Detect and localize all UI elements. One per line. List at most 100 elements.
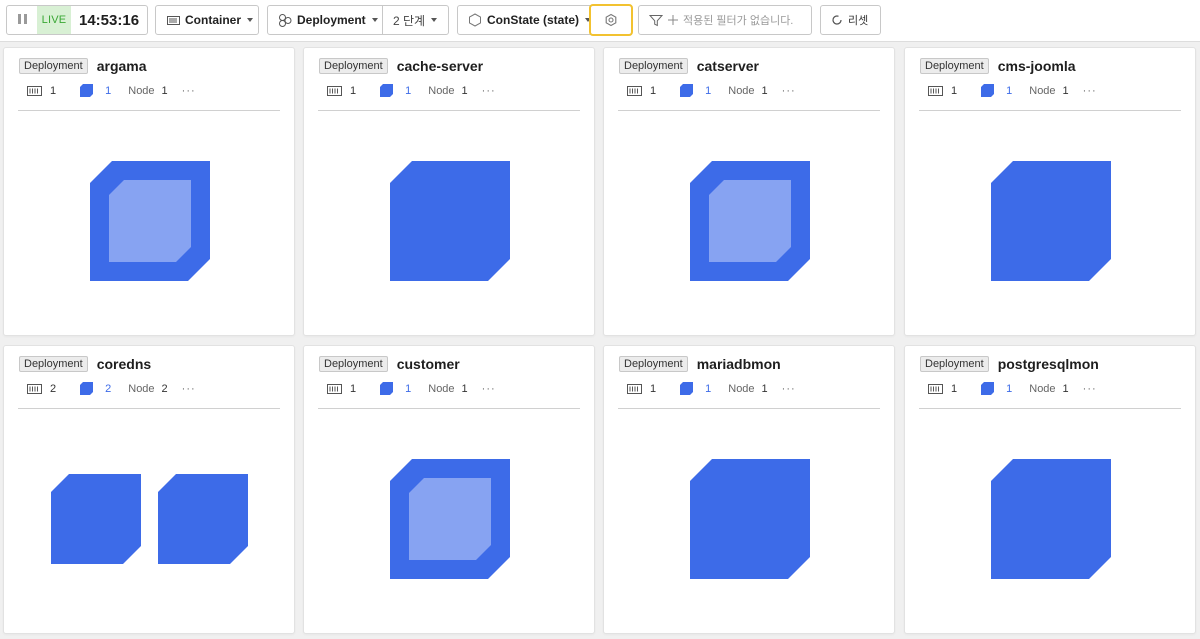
deployment-name[interactable]: cms-joomla [998,58,1076,74]
deployment-name[interactable]: coredns [97,356,151,372]
node-label: Node [1029,84,1056,97]
live-control: LIVE 14:53:16 [6,5,148,35]
more-options-icon[interactable]: ··· [1083,383,1097,395]
deployment-card[interactable]: Deployment argama 1 1 Node 1 ··· [3,47,295,336]
card-header: Deployment coredns [19,356,151,372]
pause-icon [16,13,28,27]
step-dropdown[interactable]: 2 단계 [383,6,438,34]
container-dropdown-label: Container [185,13,242,27]
deployment-type-badge: Deployment [319,356,388,372]
pod-count: 2 [105,382,112,395]
container-icon [627,383,642,394]
deployment-name[interactable]: customer [397,356,460,372]
card-stats: 2 2 Node 2 ··· [27,382,196,395]
pod-icon [680,382,694,395]
deployment-card[interactable]: Deployment catserver 1 1 Node 1 ··· [603,47,895,336]
deployment-dropdown-group: Deployment 2 단계 [267,5,449,35]
deployment-name[interactable]: cache-server [397,58,483,74]
pod-shape[interactable] [390,161,510,281]
card-stats: 1 1 Node 1 ··· [627,84,796,97]
deployment-name[interactable]: argama [97,58,147,74]
container-icon [167,15,180,25]
state-dropdown-label: ConState (state) [487,13,580,27]
pod-icon [380,382,394,395]
live-badge[interactable]: LIVE [37,6,71,34]
deployment-name[interactable]: mariadbmon [697,356,781,372]
more-options-icon[interactable]: ··· [782,85,796,97]
container-count: 1 [350,382,357,395]
pod-shape[interactable] [991,161,1111,281]
card-stats: 1 1 Node 1 ··· [928,382,1097,395]
more-options-icon[interactable]: ··· [182,85,196,97]
more-options-icon[interactable]: ··· [482,383,496,395]
pod-visualization [991,161,1111,281]
deployment-type-badge: Deployment [920,356,989,372]
reset-button-label: 리셋 [848,15,869,27]
pod-shape[interactable] [158,474,248,564]
chevron-down-icon [247,18,254,22]
deployment-name[interactable]: postgresqlmon [998,356,1099,372]
container-icon [928,85,943,96]
node-count: 1 [1062,382,1069,395]
deployment-dropdown[interactable]: Deployment [268,6,383,34]
pause-button[interactable] [7,6,37,34]
deployment-icon [279,14,292,27]
more-options-icon[interactable]: ··· [182,383,196,395]
chevron-down-icon [585,18,592,22]
node-label: Node [128,382,155,395]
deployment-type-badge: Deployment [619,356,688,372]
deployment-card[interactable]: Deployment mariadbmon 1 1 Node 1 ··· [603,345,895,634]
pod-count: 1 [405,382,412,395]
settings-button[interactable] [589,4,633,36]
more-options-icon[interactable]: ··· [482,85,496,97]
pod-selection-highlight [709,180,791,262]
container-icon [27,383,42,394]
container-icon [627,85,642,96]
more-options-icon[interactable]: ··· [782,383,796,395]
node-count: 1 [761,84,768,97]
container-count: 1 [650,382,657,395]
filter-icon [649,14,663,26]
chevron-down-icon [371,18,378,22]
pod-visualization [51,474,248,564]
deployment-type-badge: Deployment [319,58,388,74]
container-icon [27,85,42,96]
deployment-name[interactable]: catserver [697,58,759,74]
container-icon [327,85,342,96]
container-count: 1 [350,84,357,97]
card-header: Deployment argama [19,58,147,74]
deployment-card[interactable]: Deployment cache-server 1 1 Node 1 ··· [303,47,595,336]
pod-shape[interactable] [991,459,1111,579]
container-count: 1 [50,84,57,97]
step-dropdown-label: 2 단계 [393,13,426,28]
pod-selection-highlight [409,478,491,560]
chevron-down-icon [431,18,438,22]
pod-visualization [991,459,1111,579]
pod-shape[interactable] [690,459,810,579]
deployment-card[interactable]: Deployment postgresqlmon 1 1 Node 1 ··· [904,345,1196,634]
container-icon [928,383,943,394]
card-header: Deployment cms-joomla [920,58,1076,74]
node-label: Node [428,382,455,395]
deployment-card[interactable]: Deployment coredns 2 2 Node 2 ··· [3,345,295,634]
toolbar: LIVE 14:53:16 Container Deployment 2 단계 … [0,0,1200,42]
deployment-type-badge: Deployment [19,58,88,74]
state-dropdown[interactable]: ConState (state) [458,6,592,34]
reset-button[interactable]: 리셋 [820,5,881,35]
card-stats: 1 1 Node 1 ··· [327,84,496,97]
container-dropdown[interactable]: Container [155,5,259,35]
deployment-card[interactable]: Deployment cms-joomla 1 1 Node 1 ··· [904,47,1196,336]
card-stats: 1 1 Node 1 ··· [27,84,196,97]
card-stats: 1 1 Node 1 ··· [327,382,496,395]
pod-shape[interactable] [51,474,141,564]
card-header: Deployment catserver [619,58,759,74]
node-count: 1 [161,84,168,97]
more-options-icon[interactable]: ··· [1083,85,1097,97]
deployment-card[interactable]: Deployment customer 1 1 Node 1 ··· [303,345,595,634]
pod-count: 1 [1006,382,1013,395]
pod-icon [680,84,694,97]
pod-visualization [390,161,510,281]
container-count: 2 [50,382,57,395]
filter-input[interactable]: 적용된 필터가 없습니다. [638,5,812,35]
deployment-type-badge: Deployment [619,58,688,74]
